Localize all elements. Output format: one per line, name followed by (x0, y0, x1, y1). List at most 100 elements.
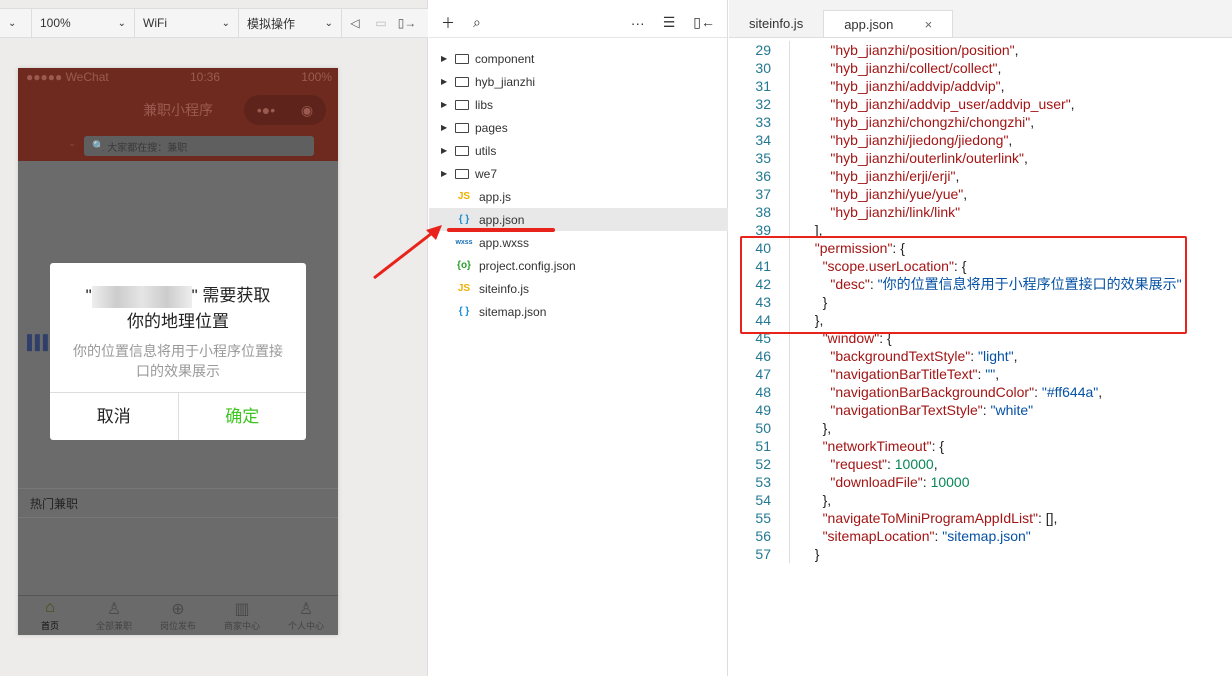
caret-right-icon[interactable]: ▶ (441, 54, 451, 63)
tree-item[interactable]: JS app.js (429, 185, 728, 208)
code-token: "request" (830, 456, 887, 472)
collapse-icon[interactable]: ☰ (663, 14, 676, 31)
split-icon[interactable]: ▯← (693, 14, 715, 31)
tree-item[interactable]: {o} project.config.json (429, 254, 728, 277)
code-token: "hyb_jianzhi/addvip/addvip" (830, 78, 1001, 94)
code-line: 32 "hyb_jianzhi/addvip_user/addvip_user"… (729, 95, 1232, 113)
code-token: "light" (978, 348, 1014, 364)
code-token: : (1034, 384, 1042, 400)
search-bar[interactable]: 🔍 大家都在搜：兼职 (84, 136, 314, 156)
network-select[interactable]: WiFi ⌄ (135, 9, 239, 37)
line-number: 31 (755, 78, 771, 94)
confirm-button[interactable]: 确定 (179, 393, 307, 440)
device-select[interactable]: ⌄ (0, 9, 32, 37)
folder-icon (455, 76, 469, 87)
caret-right-icon[interactable]: ▶ (441, 77, 451, 86)
tree-item[interactable]: ▶ utils (429, 139, 728, 162)
tab-siteinfo-js[interactable]: siteinfo.js (729, 10, 823, 37)
operation-select[interactable]: 模拟操作 ⌄ (239, 9, 342, 37)
zoom-select[interactable]: 100% ⌄ (32, 9, 135, 37)
sound-icon[interactable]: ◁ (342, 16, 368, 30)
line-number: 36 (755, 168, 771, 184)
tab-label: 岗位发布 (159, 621, 196, 631)
line-number: 55 (755, 510, 771, 526)
tree-item[interactable]: { } sitemap.json (429, 300, 728, 323)
code-token: : (970, 348, 979, 364)
tree-item[interactable]: ▶ libs (429, 93, 728, 116)
code-line: 36 "hyb_jianzhi/erji/erji", (729, 167, 1232, 185)
editor-tabs: siteinfo.js app.json × (729, 0, 1232, 38)
tree-item[interactable]: ▶ pages (429, 116, 728, 139)
tree-item[interactable]: ▶ component (429, 47, 728, 70)
plus-circle-icon: ⊕ (171, 601, 185, 618)
capsule-menu[interactable]: •●• ◉ (244, 95, 326, 125)
file-icon: JS (457, 191, 471, 202)
window-icon[interactable]: ▭ (368, 16, 394, 30)
add-icon[interactable]: ＋ (441, 13, 455, 33)
line-number: 56 (755, 528, 771, 544)
file-name: hyb_jianzhi (475, 74, 536, 89)
code-token: "downloadFile" (830, 474, 923, 490)
code-line: 50 }, (729, 419, 1232, 437)
file-name: siteinfo.js (479, 281, 530, 296)
tab-home[interactable]: ⌂ 首页 (18, 596, 82, 635)
tab-profile[interactable]: ♙ 个人中心 (274, 596, 338, 635)
code-token: "hyb_jianzhi/outerlink/outerlink" (830, 150, 1024, 166)
caret-right-icon[interactable]: ▶ (441, 123, 451, 132)
tree-item[interactable]: ▶ hyb_jianzhi (429, 70, 728, 93)
highlight-underline (447, 228, 555, 232)
code-token: "hyb_jianzhi/yue/yue" (830, 186, 964, 202)
location-permission-dialog: " " 需要获取 你的地理位置 你的位置信息将用于小程序位置接口的效果展示 取消 确定 (50, 263, 306, 440)
code-token: : (977, 366, 986, 382)
caret-right-icon[interactable]: ▶ (441, 146, 451, 155)
search-icon[interactable]: ⌕ (473, 14, 481, 31)
dialog-title: " " 需要获取 你的地理位置 (50, 283, 306, 335)
code-token: "hyb_jianzhi/erji/erji" (830, 168, 956, 184)
operation-value: 模拟操作 (247, 16, 296, 31)
tab-post-job[interactable]: ⊕ 岗位发布 (146, 596, 210, 635)
tree-item[interactable]: JS siteinfo.js (429, 277, 728, 300)
file-name: app.json (479, 212, 525, 227)
search-placeholder: 大家都在搜：兼职 (107, 142, 188, 154)
code-token: "" (985, 366, 996, 382)
code-token: "navigationBarTextStyle" (830, 402, 983, 418)
code-token: , (997, 60, 1002, 76)
code-token: , (963, 186, 968, 202)
code-line: 30 "hyb_jianzhi/collect/collect", (729, 59, 1232, 77)
code-editor: siteinfo.js app.json × 29 "hyb_jianzhi/po… (729, 0, 1232, 676)
tab-app-json[interactable]: app.json × (823, 10, 954, 37)
code-token: "#ff644a" (1041, 384, 1099, 400)
tab-all-jobs[interactable]: ♙ 全部兼职 (82, 596, 146, 635)
tab-merchant[interactable]: ▥ 商家中心 (210, 596, 274, 635)
code-token: 10000 (930, 474, 970, 490)
file-icon: { } (458, 214, 470, 225)
close-icon[interactable]: × (925, 11, 933, 37)
code-token: : (886, 456, 895, 472)
tree-item[interactable]: ▶ we7 (429, 162, 728, 185)
code-line: 56 "sitemapLocation": "sitemap.json" (729, 527, 1232, 545)
code-line: 55 "navigateToMiniProgramAppIdList": [], (729, 509, 1232, 527)
cancel-button[interactable]: 取消 (50, 393, 179, 440)
line-number: 52 (755, 456, 771, 472)
line-number: 51 (755, 438, 771, 454)
close-circle-icon[interactable]: ◉ (301, 102, 313, 119)
chevron-down-icon[interactable]: ⌄ (68, 138, 76, 149)
tab-label: 个人中心 (287, 621, 324, 631)
tree-item[interactable]: wxss app.wxss (429, 231, 728, 254)
file-name: component (475, 51, 535, 66)
caret-right-icon[interactable]: ▶ (441, 100, 451, 109)
file-icon: { } (458, 306, 470, 317)
file-name: utils (475, 143, 497, 158)
code-token: , (1000, 78, 1005, 94)
more-icon[interactable]: •●• (257, 102, 275, 118)
caret-right-icon[interactable]: ▶ (441, 169, 451, 178)
tab-label: 商家中心 (223, 621, 260, 631)
detach-icon[interactable]: ▯→ (394, 16, 420, 30)
more-icon[interactable]: ··· (631, 15, 645, 31)
